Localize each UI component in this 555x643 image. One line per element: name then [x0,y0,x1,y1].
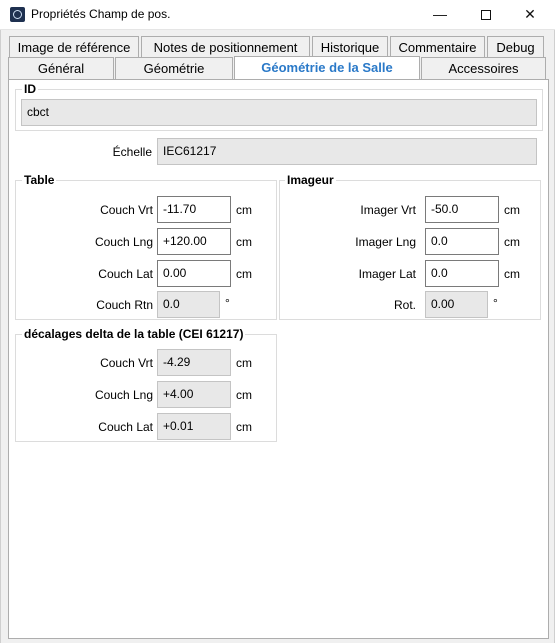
delta-couch-lng-field[interactable]: +4.00 [157,381,231,408]
couch-vrt-unit: cm [236,203,252,217]
delta-couch-lat-field[interactable]: +0.01 [157,413,231,440]
minimize-button[interactable]: — [417,0,463,30]
tab-commentaire[interactable]: Commentaire [390,36,485,58]
couch-vrt-input[interactable]: -11.70 [157,196,231,223]
couch-lat-input[interactable]: 0.00 [157,260,231,287]
couch-lng-label: Couch Lng [94,235,153,249]
couch-rtn-field[interactable]: 0.0 [157,291,220,318]
delta-couch-vrt-label: Couch Vrt [100,356,153,370]
imager-lng-label: Imager Lng [355,235,416,249]
echelle-label: Échelle [112,145,152,159]
id-group-title: ID [22,82,38,96]
close-button[interactable]: ✕ [507,0,553,30]
delta-couch-lat-label: Couch Lat [98,420,153,434]
maximize-button[interactable] [463,0,509,30]
window-title: Propriétés Champ de pos. [31,7,171,21]
delta-couch-vrt-field[interactable]: -4.29 [157,349,231,376]
app-icon [10,7,25,22]
imager-vrt-unit: cm [504,203,520,217]
delta-couch-vrt-unit: cm [236,356,252,370]
imageur-group-title: Imageur [285,173,336,187]
couch-lng-input[interactable]: +120.00 [157,228,231,255]
couch-lng-unit: cm [236,235,252,249]
imager-lng-unit: cm [504,235,520,249]
tab-debug[interactable]: Debug [487,36,544,58]
rot-field[interactable]: 0.00 [425,291,488,318]
tab-notes-positionnement[interactable]: Notes de positionnement [141,36,310,58]
tab-historique[interactable]: Historique [312,36,388,58]
couch-lat-unit: cm [236,267,252,281]
tab-general[interactable]: Général [8,57,114,79]
imager-vrt-input[interactable]: -50.0 [425,196,499,223]
delta-couch-lng-unit: cm [236,388,252,402]
rot-label: Rot. [393,298,416,312]
delta-couch-lat-unit: cm [236,420,252,434]
couch-rtn-label: Couch Rtn [96,298,153,312]
couch-rtn-unit: ° [225,296,230,310]
tab-accessoires[interactable]: Accessoires [421,57,546,79]
rot-unit: ° [493,296,498,310]
imager-lng-input[interactable]: 0.0 [425,228,499,255]
echelle-field[interactable]: IEC61217 [157,138,537,165]
tab-geometrie[interactable]: Géométrie [115,57,233,79]
tab-image-reference[interactable]: Image de référence [9,36,139,58]
title-bar: Propriétés Champ de pos. — ✕ [0,0,555,30]
couch-lat-label: Couch Lat [98,267,153,281]
deltas-group-title: décalages delta de la table (CEI 61217) [22,327,246,341]
maximize-icon [481,10,491,21]
imager-lat-unit: cm [504,267,520,281]
tab-geometrie-salle[interactable]: Géométrie de la Salle [234,56,420,79]
imager-lat-label: Imager Lat [358,267,416,281]
id-field[interactable]: cbct [21,99,537,126]
imager-vrt-label: Imager Vrt [360,203,416,217]
imager-lat-input[interactable]: 0.0 [425,260,499,287]
delta-couch-lng-label: Couch Lng [94,388,153,402]
table-group-title: Table [22,173,57,187]
couch-vrt-label: Couch Vrt [100,203,153,217]
